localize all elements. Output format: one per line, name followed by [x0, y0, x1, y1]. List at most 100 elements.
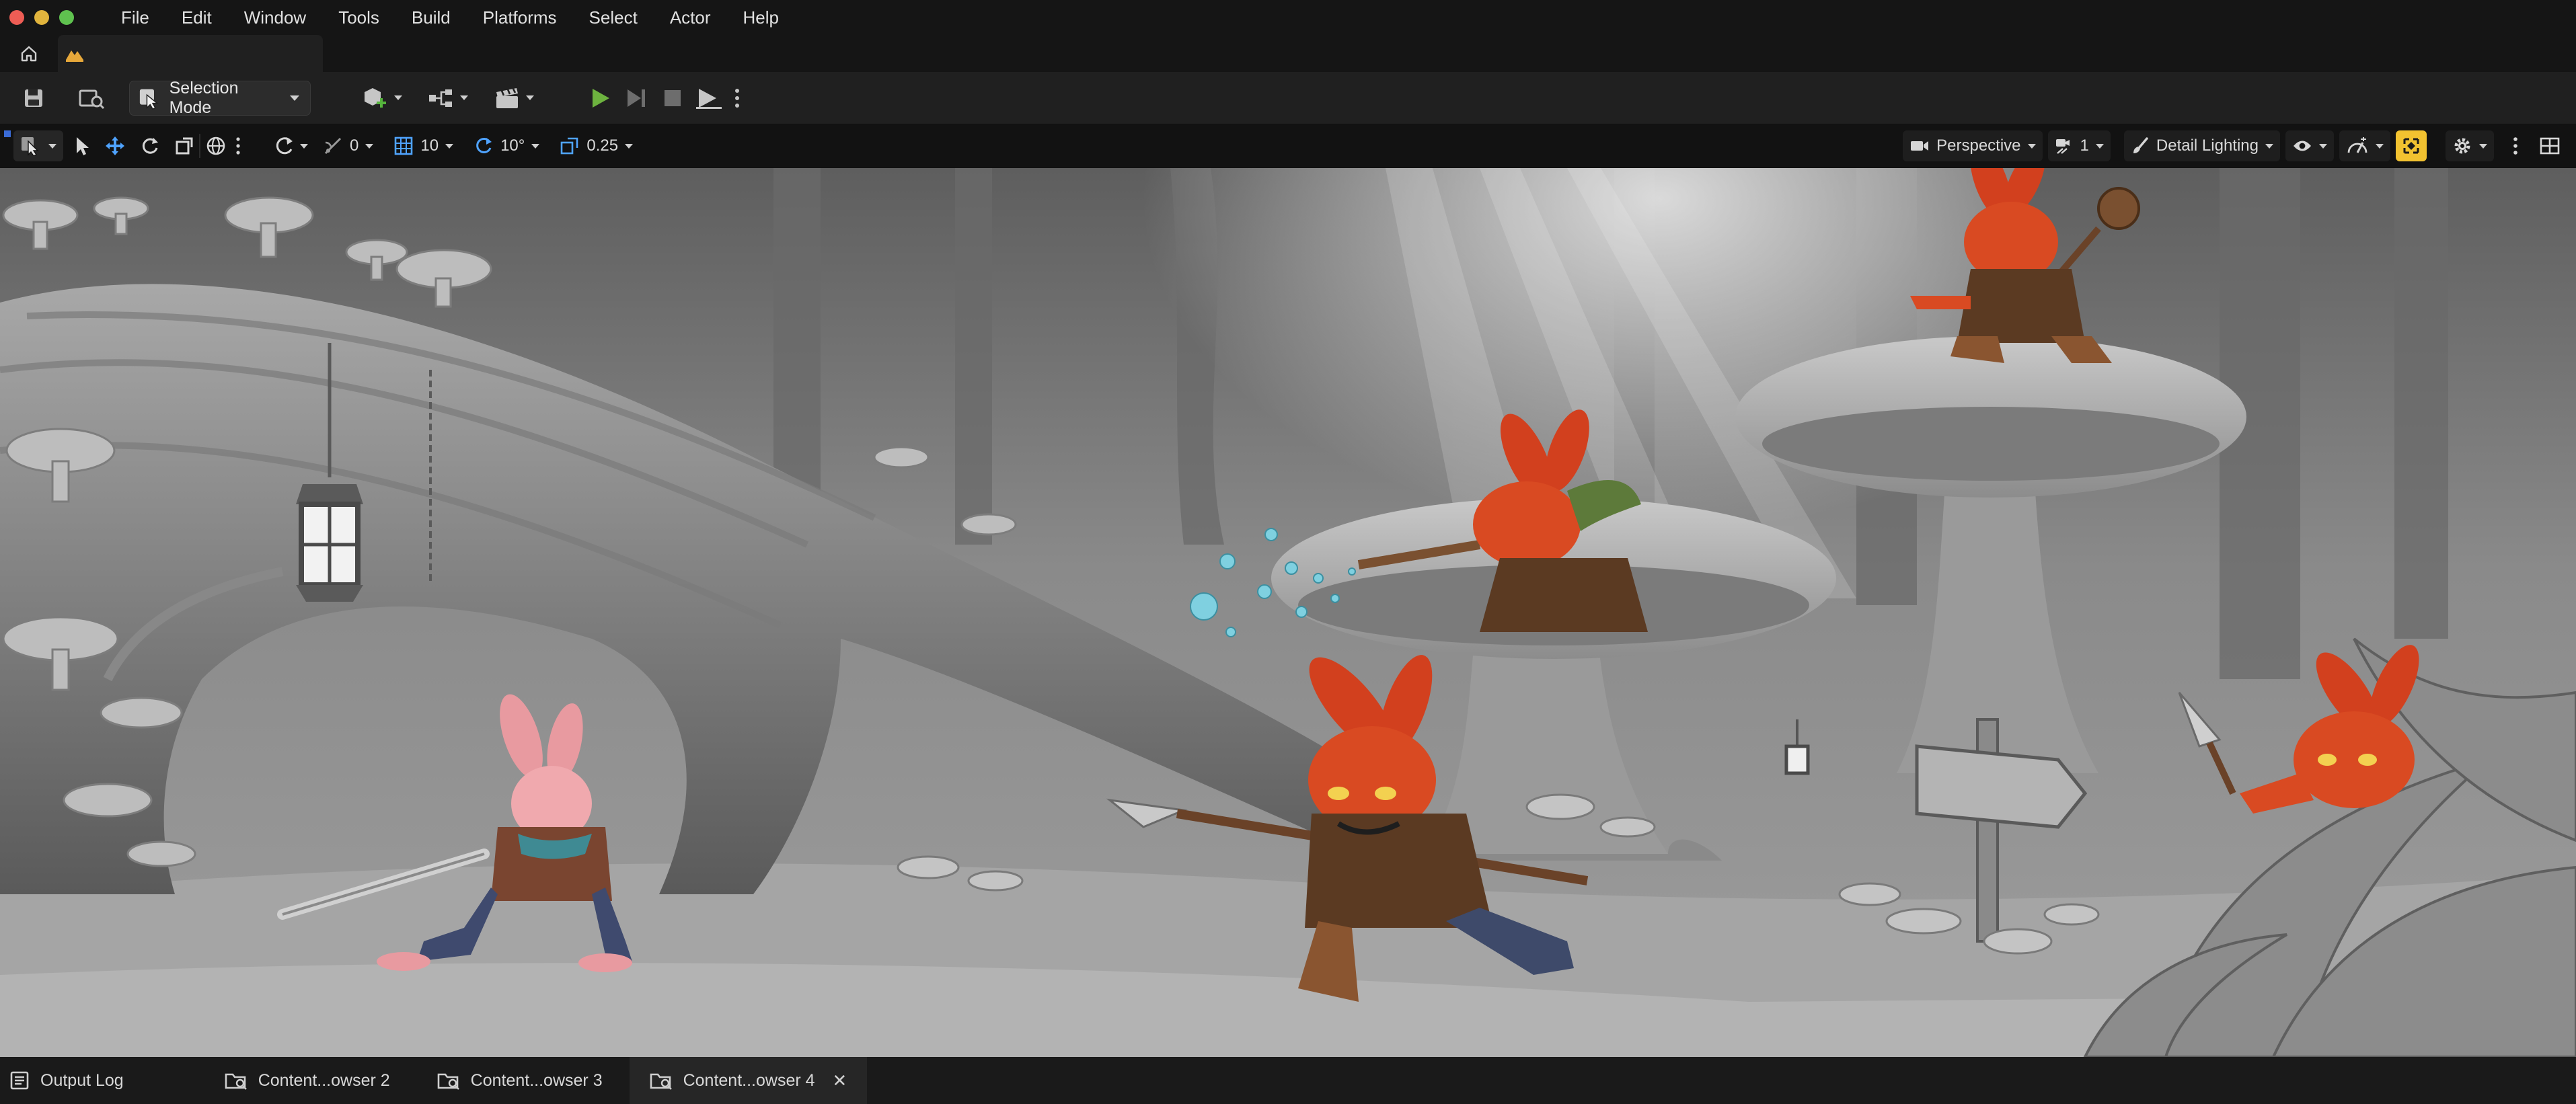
angle-snap-toggle[interactable]: 10°	[473, 129, 540, 163]
layout-grid-icon	[2540, 137, 2560, 155]
home-tab[interactable]	[0, 35, 58, 72]
scale-snap-toggle[interactable]: 0.25	[560, 129, 634, 163]
viewport-options-button[interactable]	[2509, 129, 2522, 163]
chevron-down-icon	[625, 143, 634, 149]
level-viewport[interactable]	[0, 168, 2576, 1057]
add-actor-icon	[365, 87, 386, 108]
stop-button[interactable]	[659, 78, 686, 118]
coordinate-system-button[interactable]	[206, 129, 241, 163]
play-button[interactable]	[586, 78, 613, 118]
folder-icon	[225, 1073, 247, 1090]
menu-platforms[interactable]: Platforms	[467, 0, 573, 35]
select-mode-dropdown[interactable]	[13, 130, 63, 161]
rotate-icon[interactable]	[140, 136, 160, 156]
camera-icon	[1911, 141, 1929, 151]
cinematics-button[interactable]	[494, 78, 534, 118]
select-arrow-icon[interactable]	[74, 136, 90, 156]
kebab-icon	[735, 88, 739, 108]
chevron-down-icon	[365, 143, 374, 149]
selection-mode-label: Selection Mode	[169, 78, 239, 117]
camera-speed-value: 1	[2080, 136, 2089, 155]
show-flags-dropdown[interactable]	[2285, 130, 2334, 161]
perspective-dropdown[interactable]: Perspective	[1903, 130, 2043, 161]
save-icon	[25, 89, 42, 107]
save-button[interactable]	[20, 78, 47, 118]
chevron-down-icon	[2319, 143, 2327, 149]
selection-mode-dropdown[interactable]: Selection Mode	[129, 78, 311, 117]
blueprints-button[interactable]	[428, 78, 468, 118]
kebab-icon	[2513, 137, 2517, 155]
level-tab[interactable]	[58, 35, 323, 72]
chevron-down-icon	[531, 143, 540, 149]
play-icon	[593, 88, 609, 108]
viewport-focus-marker	[4, 130, 11, 137]
chevron-down-icon	[2376, 143, 2384, 149]
add-actor-button[interactable]	[361, 78, 402, 118]
menu-window[interactable]: Window	[228, 0, 322, 35]
kebab-icon	[236, 137, 240, 155]
advance-frame-button[interactable]	[623, 78, 650, 118]
folder-icon	[650, 1073, 672, 1090]
rotation-snap-toggle[interactable]: 0	[323, 129, 374, 163]
output-log-icon	[10, 1071, 29, 1090]
grid-snap-icon	[395, 136, 413, 155]
view-mode-dropdown[interactable]: Detail Lighting	[2123, 130, 2280, 161]
scale-icon[interactable]	[175, 136, 194, 155]
play-options-icon	[696, 88, 722, 109]
chevron-down-icon	[2095, 143, 2104, 149]
menu-file[interactable]: File	[105, 0, 165, 35]
menu-select[interactable]: Select	[573, 0, 654, 35]
scale-snap-icon	[561, 137, 578, 155]
minimize-window-button[interactable]	[34, 10, 49, 25]
home-icon	[21, 46, 37, 61]
chevron-down-icon	[2479, 143, 2487, 149]
content-browser-3-label: Content...owser 3	[470, 1070, 603, 1090]
output-log-tab[interactable]: Output Log	[0, 1057, 144, 1104]
stop-icon	[665, 89, 681, 106]
eye-icon	[2294, 141, 2311, 151]
viewport-settings-dropdown[interactable]	[2446, 130, 2494, 161]
chevron-down-icon	[526, 95, 534, 100]
menu-help[interactable]: Help	[727, 0, 795, 35]
maximize-window-button[interactable]	[59, 10, 74, 25]
close-icon[interactable]: ✕	[833, 1070, 847, 1091]
viewport-layout-button[interactable]	[2540, 129, 2560, 163]
content-browser-3-tab[interactable]: Content...owser 3	[417, 1057, 623, 1104]
skip-forward-icon	[628, 89, 645, 107]
menu-build[interactable]: Build	[395, 0, 467, 35]
angle-snap-icon	[476, 137, 492, 153]
performance-dropdown[interactable]	[2339, 130, 2390, 161]
level-icon	[66, 50, 83, 62]
more-options-button[interactable]	[730, 78, 744, 118]
eject-button[interactable]	[695, 78, 722, 118]
output-log-label: Output Log	[40, 1070, 124, 1090]
menu-bar: File Edit Window Tools Build Platforms S…	[0, 0, 2576, 35]
menu-items: File Edit Window Tools Build Platforms S…	[105, 0, 795, 35]
menu-tools[interactable]: Tools	[322, 0, 395, 35]
gear-icon	[2454, 138, 2470, 154]
grid-snap-toggle[interactable]: 10	[393, 129, 454, 163]
surface-snapping-button[interactable]	[273, 129, 308, 163]
content-browser-4-tab[interactable]: Content...owser 4 ✕	[629, 1057, 868, 1104]
view-mode-label: Detail Lighting	[2156, 136, 2259, 155]
realtime-icon	[2347, 137, 2367, 153]
transform-tools	[74, 129, 194, 163]
content-browser-2-tab[interactable]: Content...owser 2	[204, 1057, 410, 1104]
content-browser-4-label: Content...owser 4	[683, 1070, 815, 1090]
chevron-down-icon	[48, 143, 56, 149]
lighting-brush-icon	[2133, 137, 2148, 153]
menu-actor[interactable]: Actor	[654, 0, 727, 35]
cursor-icon	[22, 137, 39, 156]
chevron-down-icon	[394, 95, 402, 100]
camera-speed-dropdown[interactable]: 1	[2047, 130, 2111, 161]
menu-edit[interactable]: Edit	[165, 0, 228, 35]
game-view-toggle[interactable]	[2396, 130, 2427, 161]
globe-icon	[206, 136, 225, 155]
clapperboard-icon	[496, 87, 518, 108]
translate-icon[interactable]	[105, 136, 125, 156]
close-window-button[interactable]	[9, 10, 24, 25]
main-toolbar: Selection Mode	[0, 72, 2576, 124]
bottom-drawer-bar: Output Log Content...owser 2 Content...o…	[0, 1057, 2576, 1104]
game-view-icon	[2403, 138, 2419, 154]
browse-content-button[interactable]	[77, 78, 106, 118]
